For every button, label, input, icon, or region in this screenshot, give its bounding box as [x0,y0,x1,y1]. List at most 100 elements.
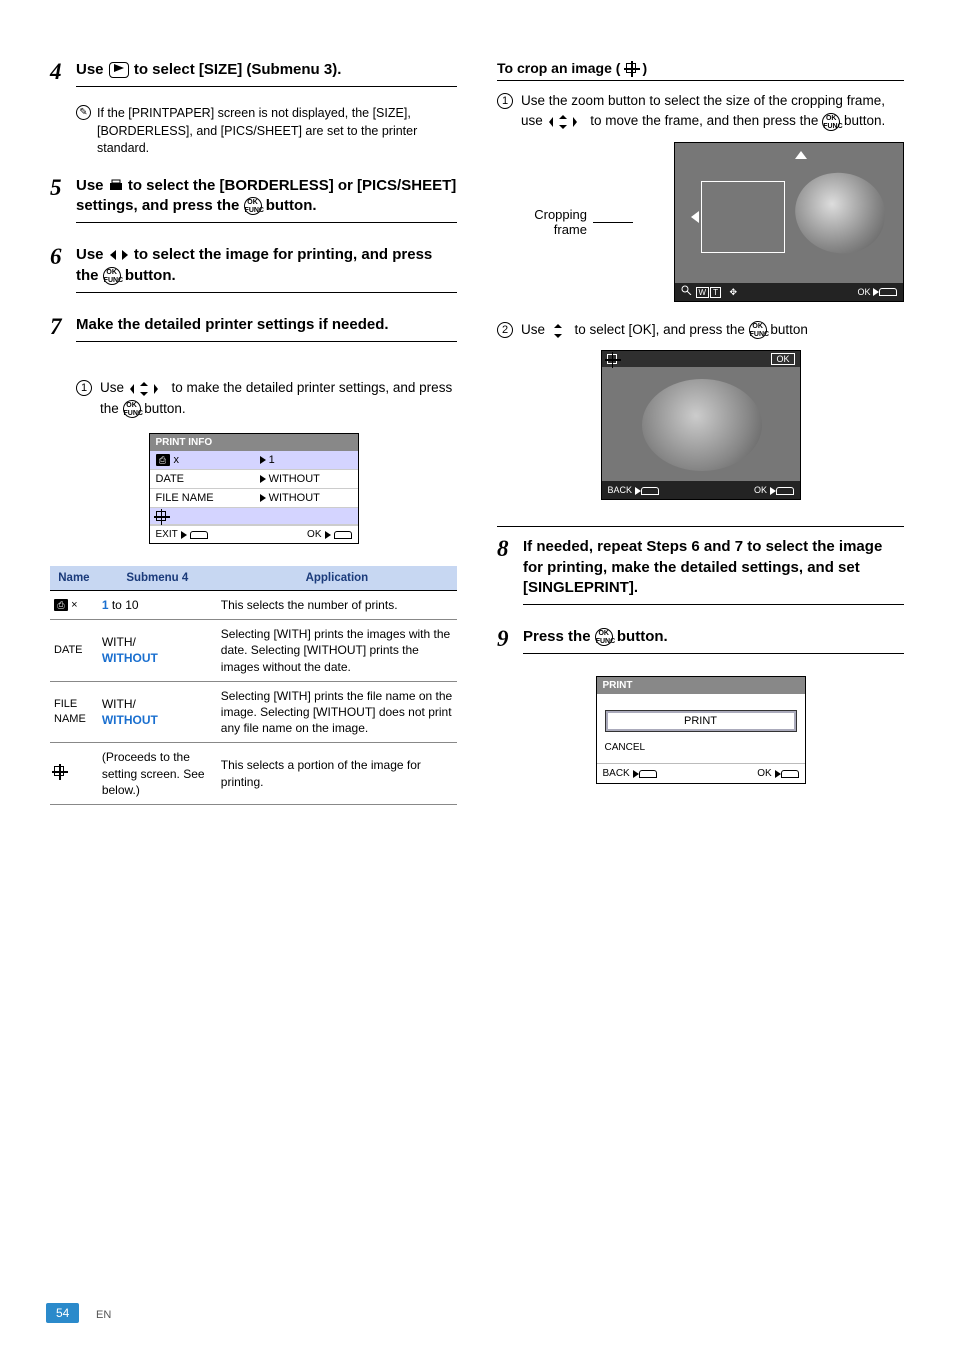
four-way-small-icon: ✥ [729,287,737,297]
step-4-heading: Use to select [SIZE] (Submenu 3). [76,60,457,87]
r2-sub-b: WITHOUT [102,651,158,665]
step-9: 9 Press the OKFUNC button. [497,627,904,662]
triangle-right-icon [635,487,641,495]
rose-graphic [642,379,762,471]
circled-1-icon: 1 [76,380,92,396]
step-7: 7 Make the detailed printer settings if … [50,315,457,350]
triangle-right-icon [325,531,331,539]
cs2a: Use [521,322,549,337]
step4-post: to select [SIZE] (Submenu 3). [134,61,342,78]
r3-sub-b: WITHOUT [102,713,158,727]
soft-button-icon [334,531,352,539]
up-down-nav-icon [549,320,571,340]
cropping-frame-figure: Croppingframe W T ✥ [497,142,904,302]
s9b: button. [617,628,668,645]
zoom-w: W [696,287,710,298]
screen-title: PRINT INFO [150,434,358,451]
step-6-heading: Use to select the image for printing, an… [76,245,457,293]
triangle-right-icon [260,456,266,464]
step-8: 8 If needed, repeat Steps 6 and 7 to sel… [497,537,904,613]
crop-heading-text: To crop an image ( [497,60,620,76]
footer-exit: EXIT [156,529,178,540]
crop-icon [607,354,617,364]
step-number: 5 [50,176,68,199]
print-info-screen: PRINT INFO ⎙x 1 DATE WITHOUT FILE NAME W… [149,433,359,544]
print-confirm-screen: PRINT PRINT CANCEL BACK OK [596,676,806,784]
screen-row-crop [150,508,358,525]
photo-preview: W T ✥ OK [674,142,904,302]
four-way-nav-icon [128,379,168,399]
crop-icon [156,511,166,521]
triangle-right-icon [775,770,781,778]
s71c: button. [144,401,185,416]
triangle-right-icon [181,531,187,539]
arrow-left-icon [691,211,699,223]
r3-sub-a: WITH/ [102,697,136,711]
triangle-right-icon [260,494,266,502]
step-number: 6 [50,245,68,268]
ok-label: OK [754,485,767,495]
print-small-icon: ⎙ [156,454,170,466]
right-arrow-framed-icon [109,62,129,78]
step-number: 9 [497,627,515,650]
step-5: 5 Use to select the [BORDERLESS] or [PIC… [50,176,457,232]
ok-func-button-icon: OKFUNC [749,321,767,339]
foot-back: BACK [603,768,630,779]
soft-button-icon [776,487,794,495]
crop-step2: 2 Use to select [OK], and press the OKFU… [497,320,904,341]
cropped-footer: BACK OK [602,481,800,499]
cropped-preview: OK BACK OK [601,350,801,500]
cs1c: button. [844,113,885,128]
step-number: 7 [50,315,68,338]
r3-name: FILE NAME [50,681,98,743]
triangle-right-icon [770,487,776,495]
foot-ok: OK [757,768,771,779]
arrow-up-icon [795,151,807,159]
print-small-icon: ⎙ [54,599,68,611]
print-screen-footer: BACK OK [597,763,805,783]
th-submenu: Submenu 4 [98,566,217,591]
soft-button-icon [879,288,897,296]
print-info-table: Name Submenu 4 Application ⎙ × 11 to 10 … [50,566,457,805]
copies-val: 1 [269,454,275,466]
crop-rectangle [701,181,785,253]
s71a: Use [100,380,128,395]
step7-sub1: 1 Use to make the detailed printer setti… [76,378,457,419]
table-row: (Proceeds to the setting screen. See bel… [50,743,457,805]
step-4: 4 Use to select [SIZE] (Submenu 3). [50,60,457,95]
print-screen-title: PRINT [597,677,805,694]
step-9-heading: Press the OKFUNC button. [523,627,904,654]
copies-x: x [174,454,180,466]
r1-app: This selects the number of prints. [217,591,457,620]
page-lang: EN [96,1309,111,1321]
s6c: button. [125,267,176,284]
step4-note-text: If the [PRINTPAPER] screen is not displa… [97,105,457,158]
ok-func-button-icon: OKFUNC [123,400,141,418]
step-number: 8 [497,537,515,560]
s6a: Use [76,246,108,263]
step4-pre: Use [76,61,108,78]
circled-1-icon: 1 [497,93,513,109]
ok-func-button-icon: OKFUNC [595,628,613,646]
lamp-icon: ✎ [76,105,91,120]
photo-ok: OK [857,287,870,297]
r3-app: Selecting [WITH] prints the file name on… [217,681,457,743]
print-icon [108,176,124,196]
crop-heading-end: ) [642,60,647,76]
divider [497,526,904,527]
cs2b: to select [OK], and press the [575,322,749,337]
screen-row-copies: ⎙ x 1 [150,451,358,470]
screen-footer: EXIT OK [150,525,358,543]
screen-row-filename: FILE NAME WITHOUT [150,489,358,508]
cs1b: to move the frame, and then press the [590,113,822,128]
step4-note: ✎ If the [PRINTPAPER] screen is not disp… [76,105,457,158]
r1-name: × [71,599,77,611]
s5c: button. [266,197,317,214]
step-5-heading: Use to select the [BORDERLESS] or [PICS/… [76,176,457,224]
page-number: 54 [46,1303,79,1323]
s5a: Use [76,177,108,194]
date-val: WITHOUT [269,473,320,485]
step-7-heading: Make the detailed printer settings if ne… [76,315,457,342]
photo-footer: W T ✥ OK [675,283,903,301]
triangle-right-icon [260,475,266,483]
